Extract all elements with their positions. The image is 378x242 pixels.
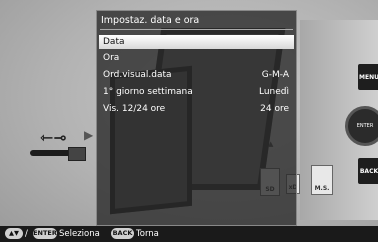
- usb-icon: ⇽⊸: [40, 128, 67, 147]
- separator-slash: /: [25, 229, 28, 239]
- back-key-badge: BACK: [111, 228, 134, 239]
- enter-key-badge: ENTER: [33, 228, 57, 239]
- arrow-left-icon: ▶: [84, 128, 94, 142]
- date-time-settings-menu: Impostaz. data e ora Data Ora Ord.visual…: [96, 10, 297, 226]
- menu-item-date-order[interactable]: Ord.visual.data G-M-A: [99, 68, 294, 82]
- title-divider: [100, 29, 293, 30]
- up-down-arrows-icon: ▲▼: [5, 228, 23, 239]
- menu-item-value: 24 ore: [260, 104, 289, 114]
- menu-button[interactable]: MENU: [358, 64, 378, 90]
- menu-item-label: Data: [103, 37, 125, 47]
- help-bar: ▲▼ / ENTER Seleziona BACK Torna: [0, 226, 378, 242]
- usb-plug-icon: [68, 147, 86, 161]
- menu-title: Impostaz. data e ora: [101, 15, 200, 26]
- menu-item-value: G-M-A: [261, 70, 289, 80]
- menu-item-label: 1° giorno settimana: [103, 87, 193, 97]
- menu-item-first-weekday[interactable]: 1° giorno settimana Lunedì: [99, 85, 294, 99]
- menu-item-ora[interactable]: Ora: [99, 51, 294, 65]
- menu-item-value: Lunedì: [258, 87, 289, 97]
- menu-item-12-24-hour[interactable]: Vis. 12/24 ore 24 ore: [99, 102, 294, 116]
- enter-button[interactable]: ENTER: [345, 106, 378, 146]
- menu-item-label: Ord.visual.data: [103, 70, 172, 80]
- menu-item-label: Ora: [103, 53, 120, 63]
- screen: MENU ENTER BACK ⇽⊸ ▶ ▲ SD xD M.S. Impost…: [0, 0, 378, 242]
- back-button[interactable]: BACK: [358, 158, 378, 184]
- card-slot-ms: M.S.: [311, 165, 333, 195]
- select-hint: Seleziona: [59, 229, 100, 239]
- menu-item-data[interactable]: Data: [99, 35, 294, 49]
- card-ms-label: M.S.: [314, 185, 330, 192]
- back-hint: Torna: [136, 229, 159, 239]
- menu-item-label: Vis. 12/24 ore: [103, 104, 166, 114]
